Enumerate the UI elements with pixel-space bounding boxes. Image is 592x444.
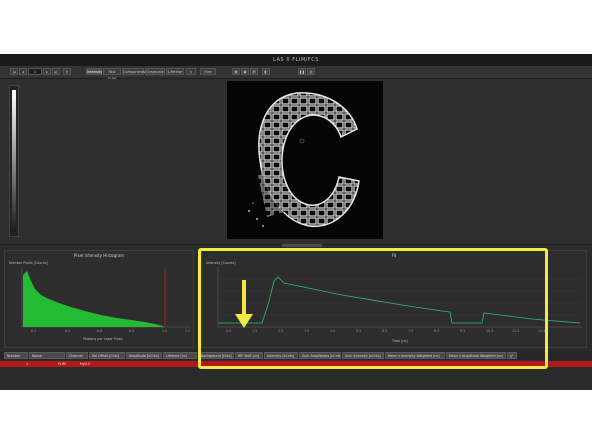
histogram-bars: [23, 271, 163, 327]
tab-components[interactable]: Components: [122, 68, 145, 75]
image-viewer: [0, 79, 592, 245]
tab-fast-flim[interactable]: Fast FLIM: [103, 68, 121, 81]
free-button[interactable]: Free: [200, 68, 216, 75]
layout-icon[interactable]: ▥: [307, 68, 315, 75]
tab-grayscale[interactable]: Grayscale: [145, 68, 165, 75]
lut-slider[interactable]: [9, 85, 19, 237]
svg-text:1.0: 1.0: [162, 329, 167, 333]
last-frame-button[interactable]: ▸|: [52, 68, 60, 75]
svg-text:1.2: 1.2: [185, 329, 190, 333]
panel-splitter[interactable]: [282, 244, 322, 247]
svg-text:0.4: 0.4: [65, 329, 70, 333]
overlay-icon[interactable]: ◧: [262, 68, 270, 75]
microscopy-image[interactable]: [227, 81, 383, 239]
pause-icon[interactable]: ❚❚: [298, 68, 306, 75]
toolbar: |◂ ◂ 1 ▸ ▸| ↻ Intensity Fast FLIM Compon…: [0, 66, 592, 81]
histogram-title: Pixel Intensity Histogram: [74, 253, 124, 258]
tab-lifetime[interactable]: Lifetime: [166, 68, 184, 75]
lut-gradient: [12, 90, 16, 232]
next-frame-button[interactable]: ▸: [43, 68, 51, 75]
col-amplitude[interactable]: Amplitude [kCnts]: [126, 352, 162, 359]
grid-view-icon[interactable]: ▦: [232, 68, 240, 75]
col-number[interactable]: Number: [4, 352, 28, 359]
histogram-panel: Pixel Intensity Histogram Number Pixels …: [4, 250, 194, 348]
prev-frame-button[interactable]: ◂: [19, 68, 27, 75]
histogram-xlabel: Photons per Laser Pulse: [83, 337, 123, 341]
gamma-button[interactable]: γ: [186, 68, 196, 75]
frame-input[interactable]: 1: [28, 68, 42, 75]
col-sel-offset[interactable]: Sel Offset [Cnts]: [89, 352, 125, 359]
single-view-icon[interactable]: ▣: [241, 68, 249, 75]
tab-intensity[interactable]: Intensity: [86, 68, 102, 75]
window-title: LAS X FLIM/FCS: [0, 54, 592, 66]
svg-text:0.8: 0.8: [129, 329, 134, 333]
col-name[interactable]: Name: [29, 352, 65, 359]
first-frame-button[interactable]: |◂: [10, 68, 18, 75]
svg-text:0.6: 0.6: [97, 329, 102, 333]
empty-table-area: [0, 367, 592, 390]
col-channel[interactable]: Channel: [66, 352, 88, 359]
svg-text:0.2: 0.2: [31, 329, 36, 333]
col-lifetime[interactable]: Lifetime [ns]: [163, 352, 197, 359]
split-view-icon[interactable]: ▤: [250, 68, 258, 75]
annotation-arrow-icon: [235, 280, 253, 328]
loop-button[interactable]: ↻: [63, 68, 71, 75]
